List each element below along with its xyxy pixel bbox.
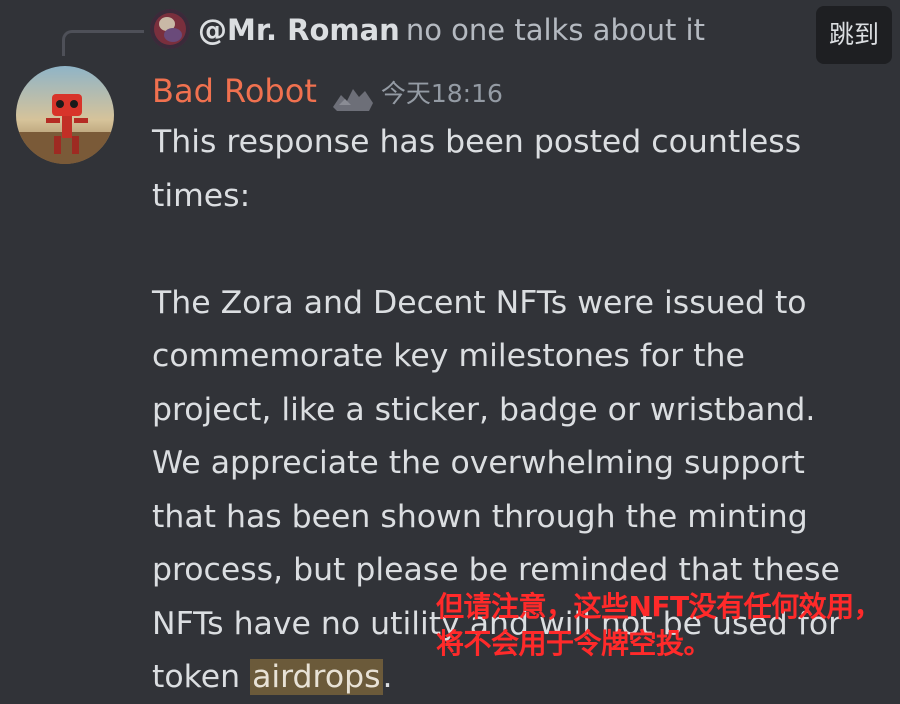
message-header: Bad Robot 今天18:16: [152, 66, 503, 116]
avatar[interactable]: [16, 66, 114, 164]
reply-avatar[interactable]: [150, 9, 190, 49]
reply-avatar-image: [150, 9, 190, 49]
author-name[interactable]: Bad Robot: [152, 72, 317, 110]
reply-text[interactable]: no one talks about it: [406, 13, 705, 47]
timestamp: 今天18:16: [380, 79, 503, 108]
chat-canvas: @Mr. Roman no one talks about it 跳到 Bad …: [0, 0, 900, 704]
message-paragraph: This response has been posted countless …: [152, 124, 802, 214]
jump-button[interactable]: 跳到: [816, 6, 892, 64]
reply-connector: [62, 30, 144, 56]
avatar-image: [16, 66, 114, 164]
message-text-end: .: [382, 659, 393, 695]
reply-preview[interactable]: @Mr. Roman no one talks about it: [198, 8, 705, 52]
highlighted-word: airdrops: [250, 659, 383, 695]
translation-overlay: 但请注意，这些NFT没有任何效用，将不会用于令牌空投。: [436, 590, 882, 660]
reply-author[interactable]: @Mr. Roman: [198, 13, 400, 47]
role-badge-icon[interactable]: [329, 81, 377, 115]
